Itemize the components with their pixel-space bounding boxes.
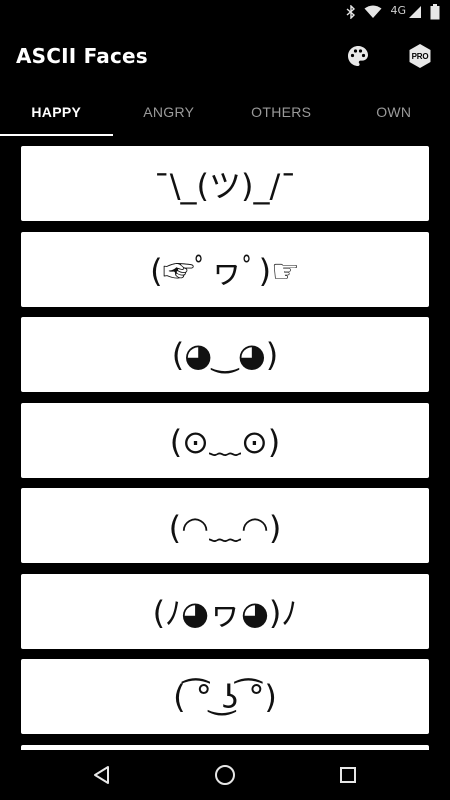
pro-badge: PRO: [408, 43, 432, 69]
face-list[interactable]: ¯\_(ツ)_/¯ (☞ﾟヮﾟ)☞ (◕‿◕) (⊙﹏⊙) (◠﹏◠) (ﾉ◕ヮ…: [21, 146, 429, 750]
pro-button[interactable]: PRO: [404, 40, 436, 72]
wifi-icon: [364, 5, 382, 19]
system-nav-bar: [0, 750, 450, 800]
network-type-label: 4G: [390, 3, 406, 17]
back-button[interactable]: [82, 755, 122, 795]
status-bar: 4G: [0, 0, 450, 24]
app-bar: ASCII Faces PRO: [0, 24, 450, 88]
home-icon: [214, 765, 235, 785]
tab-others[interactable]: OTHERS: [225, 88, 338, 136]
cell-signal-icon: [408, 5, 422, 19]
tab-happy[interactable]: HAPPY: [0, 88, 113, 136]
face-card-cheering[interactable]: (ﾉ◕ヮ◕)ﾉ: [21, 573, 429, 649]
tab-angry[interactable]: ANGRY: [113, 88, 226, 136]
bluetooth-icon: [346, 5, 356, 19]
face-card-lenny[interactable]: ( ͡° ͜ʖ ͡°): [21, 659, 429, 734]
palette-button[interactable]: [342, 40, 374, 72]
palette-icon: [348, 46, 368, 66]
face-card-finger-guns[interactable]: (☞ﾟヮﾟ)☞: [21, 231, 429, 307]
app-screen: 4G ASCII Faces PRO HAPPY ANGRY OTHERS OW…: [0, 0, 450, 800]
face-card-blissful[interactable]: (◠﹏◠): [21, 488, 429, 563]
face-card-happy[interactable]: (◕‿◕): [21, 317, 429, 392]
battery-icon: [430, 4, 440, 20]
app-title: ASCII Faces: [16, 44, 148, 68]
recents-icon: [340, 767, 357, 783]
app-bar-actions: PRO: [342, 40, 436, 72]
pro-badge-label: PRO: [411, 51, 429, 61]
tab-own[interactable]: OWN: [338, 88, 450, 136]
face-card-shrug[interactable]: ¯\_(ツ)_/¯: [21, 146, 429, 221]
face-card-surprised[interactable]: (⊙﹏⊙): [21, 402, 429, 478]
back-icon: [93, 766, 109, 784]
recents-button[interactable]: [328, 755, 368, 795]
home-button[interactable]: [205, 755, 245, 795]
category-tabs: HAPPY ANGRY OTHERS OWN: [0, 88, 450, 136]
